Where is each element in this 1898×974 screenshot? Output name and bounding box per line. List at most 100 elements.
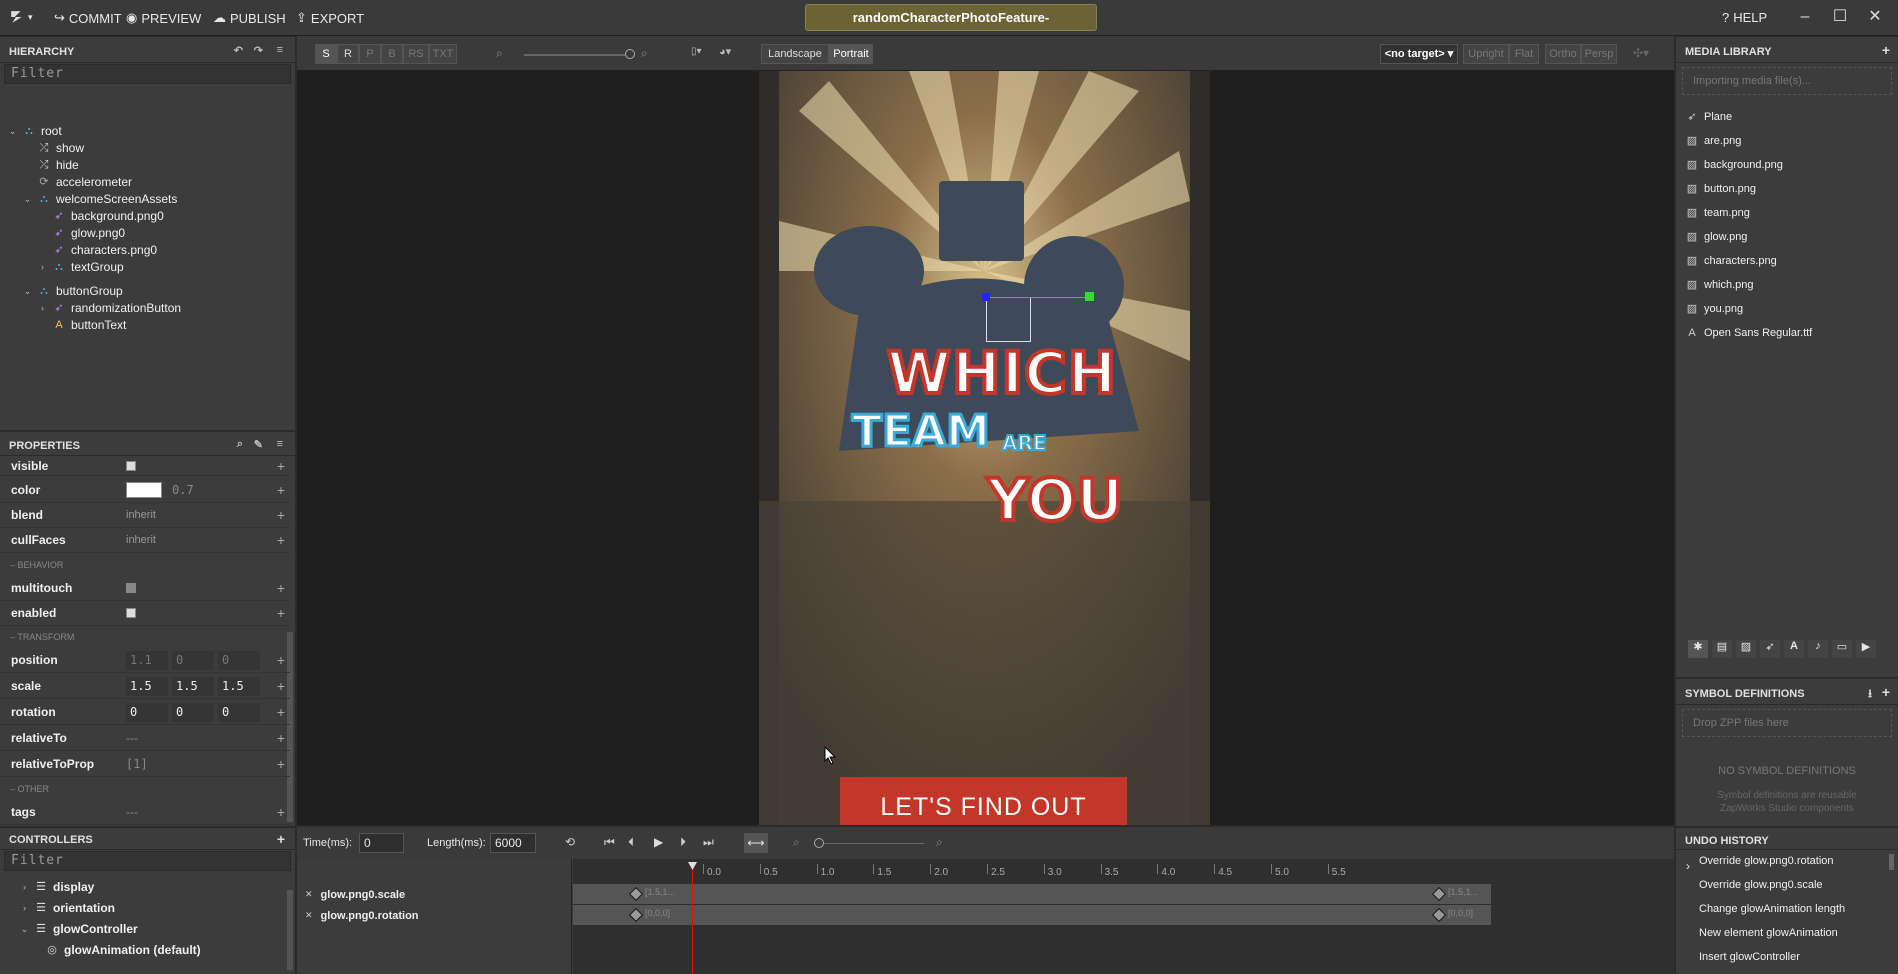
relativetoprop-value[interactable]: [1] xyxy=(126,757,272,771)
add-controller-icon[interactable]: + xyxy=(277,831,285,847)
visible-checkbox[interactable] xyxy=(126,460,136,471)
search-icon[interactable]: ⌕ xyxy=(237,438,243,451)
hierarchy-item-buttontext[interactable]: AbuttonText xyxy=(38,315,126,335)
mode-p-button[interactable]: P xyxy=(359,44,381,64)
chevron-down-icon[interactable]: ⌄ xyxy=(20,924,29,935)
remove-track-icon[interactable]: ✕ xyxy=(305,889,313,900)
symbol-dropzone[interactable]: Drop ZPP files here xyxy=(1682,709,1892,737)
scale-z-input[interactable]: 1.5 xyxy=(218,676,260,696)
mode-rs-button[interactable]: RS xyxy=(403,44,429,64)
redo-icon[interactable]: ↷ xyxy=(254,44,263,57)
skip-end-icon[interactable]: ⏭ xyxy=(703,835,714,850)
plus-icon[interactable]: + xyxy=(272,756,290,772)
flat-button[interactable]: Flat xyxy=(1509,44,1539,64)
controllers-filter-input[interactable]: Filter xyxy=(4,851,291,871)
plus-icon[interactable]: + xyxy=(272,704,290,720)
timeline-track-row[interactable]: ✕ glow.png0.rotation xyxy=(297,905,572,926)
help-button[interactable]: ? HELP xyxy=(1722,10,1767,25)
plus-icon[interactable]: + xyxy=(272,482,290,498)
selection-box[interactable] xyxy=(986,297,1031,342)
playhead[interactable] xyxy=(692,865,693,974)
media-item[interactable]: ▨ are.png xyxy=(1686,131,1742,151)
position-z-input[interactable]: 0 xyxy=(218,650,260,670)
loop-icon[interactable]: ⟲ xyxy=(565,835,575,849)
undo-item[interactable]: New element glowAnimation xyxy=(1699,927,1838,939)
publish-button[interactable]: ☁ PUBLISH xyxy=(213,10,286,26)
zoom-slider-handle[interactable] xyxy=(625,49,635,59)
rotation-z-input[interactable]: 0 xyxy=(218,702,260,722)
edit-icon[interactable]: ✎ xyxy=(254,438,263,451)
timeline-zoom-slider[interactable] xyxy=(816,843,924,844)
step-back-icon[interactable]: ⏴ xyxy=(628,835,634,850)
position-y-input[interactable]: 0 xyxy=(172,650,214,670)
zoom-in-icon[interactable]: ⌕ xyxy=(641,46,648,61)
multitouch-checkbox[interactable] xyxy=(126,583,136,593)
undo-item[interactable]: Override glow.png0.scale xyxy=(1699,879,1823,891)
controllers-scrollbar[interactable] xyxy=(287,890,293,970)
rotation-y-input[interactable]: 0 xyxy=(172,702,214,722)
video-icon[interactable]: ▭ xyxy=(1832,640,1852,658)
target-select[interactable]: <no target> ▾ xyxy=(1380,44,1458,64)
landscape-button[interactable]: Landscape xyxy=(761,44,829,64)
maximize-icon[interactable]: ☐ xyxy=(1830,8,1850,28)
preview-button[interactable]: ◉ PREVIEW xyxy=(126,10,201,26)
mode-s-button[interactable]: S xyxy=(315,44,337,64)
scale-y-input[interactable]: 1.5 xyxy=(172,676,214,696)
add-media-icon[interactable]: + xyxy=(1882,42,1890,58)
minimize-icon[interactable]: – xyxy=(1795,8,1815,28)
play-icon[interactable]: ▶ xyxy=(654,835,663,849)
rocket-icon[interactable]: ➶ xyxy=(1760,640,1780,658)
controller-item-orientation[interactable]: › ☰ orientation xyxy=(20,898,115,918)
undo-scrollbar[interactable] xyxy=(1889,854,1894,870)
position-x-input[interactable]: 1.1 xyxy=(126,650,168,670)
chevron-right-icon[interactable]: › xyxy=(20,903,29,913)
timeline-ruler[interactable]: 0.0 0.5 1.0 1.5 2.0 2.5 3.0 3.5 4.0 4.5 5.0 5.5 xyxy=(573,864,1674,882)
media-item[interactable]: ▨ glow.png xyxy=(1686,227,1748,247)
cullfaces-value[interactable]: inherit xyxy=(126,534,272,546)
gizmo-handle-blue[interactable] xyxy=(982,293,990,301)
chevron-right-icon[interactable]: › xyxy=(20,882,29,892)
chevron-right-icon[interactable]: › xyxy=(38,303,47,313)
chevron-down-icon[interactable]: ⌄ xyxy=(23,286,32,297)
plus-icon[interactable]: + xyxy=(272,507,290,523)
hierarchy-filter-input[interactable]: Filter xyxy=(4,64,291,84)
scale-x-input[interactable]: 1.5 xyxy=(126,676,168,696)
remove-track-icon[interactable]: ✕ xyxy=(305,910,313,921)
import-dropzone[interactable]: Importing media file(s)... xyxy=(1682,67,1892,95)
media-item[interactable]: ➶ Plane xyxy=(1686,107,1732,127)
zoom-out-icon[interactable]: ⌕ xyxy=(793,835,800,850)
undo-item[interactable]: Insert glowController xyxy=(1699,951,1800,963)
zoom-in-icon[interactable]: ⌕ xyxy=(936,835,943,850)
undo-item[interactable]: Change glowAnimation length xyxy=(1699,903,1845,915)
menu-icon[interactable]: ≡ xyxy=(277,438,283,450)
timeline-track-row[interactable]: ✕ glow.png0.scale xyxy=(297,884,572,905)
relativeto-value[interactable]: --- xyxy=(126,731,272,745)
plus-icon[interactable]: + xyxy=(272,458,290,474)
image-icon[interactable]: ▨ xyxy=(1736,640,1756,658)
media-item[interactable]: ▨ which.png xyxy=(1686,275,1754,295)
add-symbol-icon[interactable]: + xyxy=(1882,684,1890,700)
rotation-x-input[interactable]: 0 xyxy=(126,702,168,722)
ortho-button[interactable]: Ortho xyxy=(1545,44,1581,64)
gizmo-handle-green[interactable] xyxy=(1085,292,1094,301)
blend-value[interactable]: inherit xyxy=(126,509,272,521)
mode-txt-button[interactable]: TXT xyxy=(429,44,457,64)
audio-icon[interactable]: ♪ xyxy=(1808,640,1828,658)
close-icon[interactable]: ✕ xyxy=(1865,8,1885,28)
download-icon[interactable]: ⭳ xyxy=(1868,685,1872,704)
media-item[interactable]: A Open Sans Regular.ttf xyxy=(1686,323,1812,343)
menu-icon[interactable]: ≡ xyxy=(277,44,283,56)
color-swatch[interactable] xyxy=(126,482,162,498)
file-icon[interactable]: ▤ xyxy=(1712,640,1732,658)
plus-icon[interactable]: + xyxy=(272,730,290,746)
plus-icon[interactable]: + xyxy=(272,605,290,621)
chevron-down-icon[interactable]: ⌄ xyxy=(8,126,17,137)
mode-b-button[interactable]: B xyxy=(381,44,403,64)
plus-icon[interactable]: + xyxy=(272,678,290,694)
media-item[interactable]: ▨ characters.png xyxy=(1686,251,1777,271)
youtube-icon[interactable]: ▶ xyxy=(1856,640,1876,658)
viewport-canvas[interactable]: WHICH TEAM ARE YOU LET'S FIND OUT xyxy=(297,71,1674,825)
plus-icon[interactable]: + xyxy=(272,652,290,668)
timeline-zoom-handle[interactable] xyxy=(814,838,824,848)
media-item[interactable]: ▨ button.png xyxy=(1686,179,1756,199)
